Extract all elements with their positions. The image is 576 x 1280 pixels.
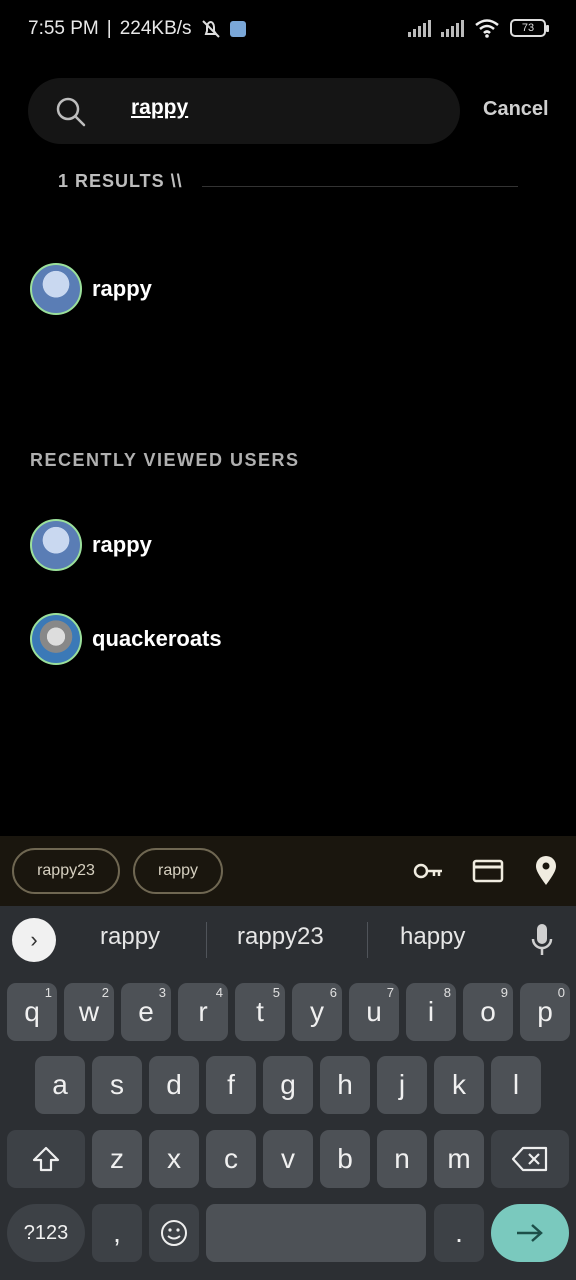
wifi-icon: [475, 19, 499, 38]
autofill-bar: rappy23 rappy: [0, 836, 576, 906]
key-d[interactable]: d: [149, 1056, 199, 1114]
username: quackeroats: [92, 626, 222, 651]
twitter-notification-icon: [229, 21, 246, 37]
key-p[interactable]: p0: [520, 983, 570, 1041]
clock: 7:55 PM: [28, 18, 99, 39]
key-f[interactable]: f: [206, 1056, 256, 1114]
key-o[interactable]: o9: [463, 983, 513, 1041]
key-s[interactable]: s: [92, 1056, 142, 1114]
search-result-item[interactable]: rappy: [30, 263, 152, 315]
backspace-key[interactable]: [491, 1130, 569, 1188]
period-key[interactable]: .: [434, 1204, 484, 1262]
status-separator: |: [106, 18, 112, 39]
key-n[interactable]: n: [377, 1130, 427, 1188]
signal-icon: [408, 19, 431, 37]
suggestion[interactable]: rappy23: [237, 923, 324, 951]
recent-user-item[interactable]: quackeroats: [30, 613, 222, 665]
enter-key[interactable]: [491, 1204, 569, 1262]
emoji-icon: [161, 1220, 187, 1246]
recent-user-item[interactable]: rappy: [30, 519, 152, 571]
cancel-button[interactable]: Cancel: [483, 98, 549, 121]
status-right: 73: [408, 18, 549, 38]
key-a[interactable]: a: [35, 1056, 85, 1114]
key-u[interactable]: u7: [349, 983, 399, 1041]
network-speed: 224KB/s: [119, 18, 192, 39]
avatar: [30, 519, 82, 571]
search-input[interactable]: rappy: [28, 78, 460, 144]
keyboard: › rappy rappy23 happy q1 w2 e3 r4 t5 y6 …: [0, 906, 576, 1280]
status-bar: 7:55 PM | 224KB/s 73: [0, 0, 576, 60]
emoji-key[interactable]: [149, 1204, 199, 1262]
chevron-right-icon[interactable]: ›: [12, 918, 56, 962]
mute-bell-icon: [201, 20, 220, 38]
key-z[interactable]: z: [92, 1130, 142, 1188]
key-x[interactable]: x: [149, 1130, 199, 1188]
key-y[interactable]: y6: [292, 983, 342, 1041]
avatar: [30, 263, 82, 315]
battery-level: 73: [521, 22, 535, 34]
card-icon[interactable]: [472, 856, 504, 886]
key-h[interactable]: h: [320, 1056, 370, 1114]
divider: [206, 922, 207, 958]
key-i[interactable]: i8: [406, 983, 456, 1041]
key-w[interactable]: w2: [64, 983, 114, 1041]
key-l[interactable]: l: [491, 1056, 541, 1114]
backspace-icon: [511, 1146, 548, 1172]
key-r[interactable]: r4: [178, 983, 228, 1041]
username: rappy: [92, 532, 152, 557]
results-count-label: 1 RESULTS \\: [58, 171, 183, 191]
shift-icon: [32, 1146, 60, 1172]
key-k[interactable]: k: [434, 1056, 484, 1114]
arrow-right-icon: [517, 1224, 543, 1242]
microphone-icon[interactable]: [530, 922, 554, 958]
key-v[interactable]: v: [263, 1130, 313, 1188]
key-m[interactable]: m: [434, 1130, 484, 1188]
symbols-key[interactable]: ?123: [7, 1204, 85, 1262]
divider: [367, 922, 368, 958]
status-left: 7:55 PM | 224KB/s: [28, 18, 246, 40]
signal-icon-2: [441, 19, 464, 37]
comma-key[interactable]: ,: [92, 1204, 142, 1262]
results-divider: [202, 186, 518, 187]
key-q[interactable]: q1: [7, 983, 57, 1041]
key-g[interactable]: g: [263, 1056, 313, 1114]
suggestion[interactable]: happy: [400, 923, 465, 951]
username: rappy: [92, 276, 152, 301]
avatar: [30, 613, 82, 665]
autofill-chip[interactable]: rappy23: [12, 848, 120, 894]
key-c[interactable]: c: [206, 1130, 256, 1188]
search-icon: [56, 97, 86, 127]
location-pin-icon[interactable]: [530, 856, 562, 886]
key-j[interactable]: j: [377, 1056, 427, 1114]
autofill-chip[interactable]: rappy: [133, 848, 223, 894]
key-t[interactable]: t5: [235, 983, 285, 1041]
recently-viewed-heading: RECENTLY VIEWED USERS: [30, 450, 300, 470]
space-key[interactable]: [206, 1204, 426, 1262]
key-e[interactable]: e3: [121, 983, 171, 1041]
battery-icon: 73: [510, 19, 549, 37]
shift-key[interactable]: [7, 1130, 85, 1188]
search-query[interactable]: rappy: [131, 96, 188, 120]
key-b[interactable]: b: [320, 1130, 370, 1188]
suggestion[interactable]: rappy: [100, 923, 160, 951]
key-icon[interactable]: [412, 856, 444, 886]
